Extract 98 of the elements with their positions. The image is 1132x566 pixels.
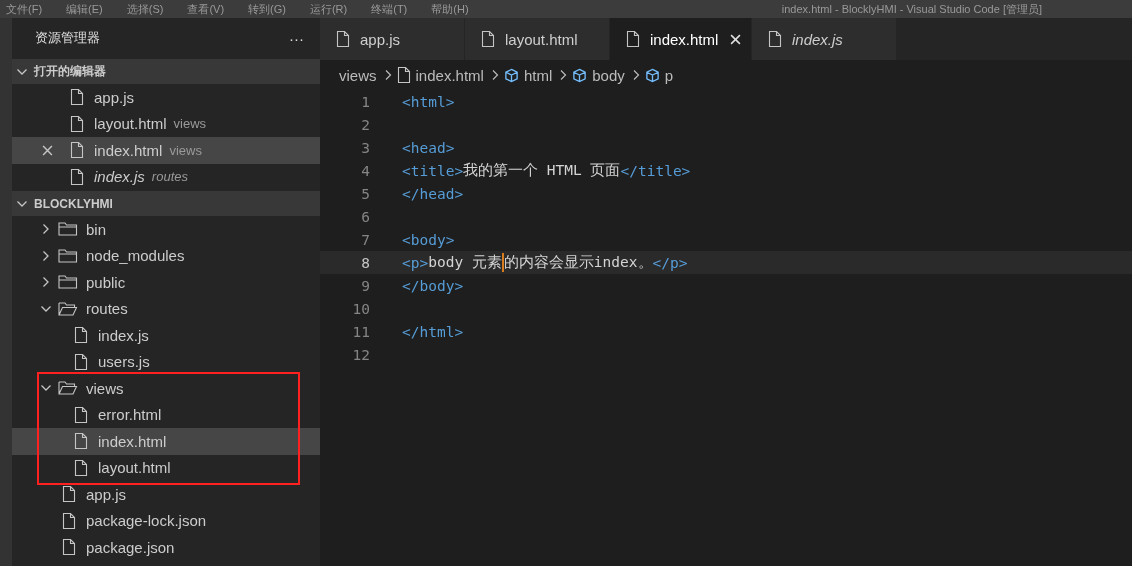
breadcrumb-item[interactable]: body: [592, 66, 625, 84]
file-icon: [626, 31, 640, 47]
folder-hint: routes: [151, 169, 188, 185]
breadcrumb-item[interactable]: index.html: [415, 66, 484, 84]
file-item[interactable]: package-lock.json: [12, 507, 320, 534]
editor-tab[interactable]: app.js: [320, 18, 465, 60]
editor-tab[interactable]: index.js: [752, 18, 897, 60]
code-tag: <body>: [402, 231, 455, 248]
window-title: index.html - BlocklyHMI - Visual Studio Code [管理员]: [781, 1, 1042, 17]
editor-tab[interactable]: index.html: [610, 18, 752, 60]
file-item[interactable]: app.js: [12, 481, 320, 508]
menu-item[interactable]: 文件(F): [6, 1, 43, 17]
file-icon: [481, 31, 495, 47]
file-item[interactable]: layout.html: [12, 454, 320, 481]
code-tag: </p>: [652, 254, 688, 271]
file-item[interactable]: error.html: [12, 401, 320, 428]
file-item[interactable]: package.json: [12, 534, 320, 561]
file-icon: [74, 327, 88, 344]
code-tag: <p>: [402, 254, 429, 271]
line-number: 12: [351, 346, 370, 363]
folder-item[interactable]: routes: [12, 295, 320, 322]
file-item[interactable]: index.js: [12, 322, 320, 349]
code-tag: </title>: [620, 162, 691, 179]
menu-item[interactable]: 帮助(H): [431, 1, 469, 17]
file-icon: [70, 142, 84, 159]
chevron-right-icon: [559, 69, 568, 81]
folder-hint: views: [173, 116, 207, 132]
open-editor-item[interactable]: index.html views: [12, 137, 320, 164]
file-icon: [74, 406, 88, 423]
folder-icon: [58, 248, 78, 263]
folder-icon: [58, 275, 78, 290]
folder-hint: views: [169, 142, 202, 158]
file-icon: [70, 115, 84, 132]
code-text: 我的第一个 HTML 页面: [463, 161, 621, 180]
cube-icon: [644, 67, 660, 83]
file-icon: [74, 459, 88, 476]
file-icon: [62, 486, 76, 503]
file-icon: [74, 433, 88, 450]
file-item[interactable]: index.html: [12, 428, 320, 455]
open-editor-item[interactable]: index.js routes: [12, 163, 320, 190]
code-text: 的内容会显示index。: [503, 253, 653, 272]
menu-item[interactable]: 选择(S): [126, 1, 164, 17]
open-folder-icon: [58, 381, 78, 396]
menu-item[interactable]: 运行(R): [309, 1, 348, 17]
line-number: 7: [360, 231, 370, 248]
line-number: 11: [351, 323, 370, 340]
file-icon: [396, 67, 411, 83]
open-folder-icon: [58, 301, 78, 316]
close-icon[interactable]: [730, 33, 742, 45]
folder-item[interactable]: views: [12, 375, 320, 402]
file-icon: [70, 89, 84, 106]
file-icon: [62, 539, 76, 556]
menu-item[interactable]: 查看(V): [187, 1, 225, 17]
code-tag: <head>: [402, 139, 455, 156]
code-tag: <html>: [402, 93, 455, 110]
line-number: 4: [360, 162, 370, 179]
open-editor-item[interactable]: layout.html views: [12, 110, 320, 137]
section-header[interactable]: 打开的编辑器: [12, 58, 320, 84]
code-text: body 元素: [428, 253, 502, 270]
line-number: 8: [360, 254, 370, 271]
cube-icon: [503, 67, 519, 83]
menu-item[interactable]: 转到(G): [248, 1, 286, 17]
code-tag: <title>: [402, 162, 464, 179]
line-number: 1: [360, 93, 370, 110]
menu-item[interactable]: 终端(T): [371, 1, 408, 17]
line-number: 5: [360, 185, 370, 202]
line-number: 10: [351, 300, 370, 317]
file-icon: [70, 168, 84, 185]
breadcrumb-item[interactable]: p: [664, 66, 674, 84]
file-icon: [62, 512, 76, 529]
cube-icon: [572, 67, 588, 83]
editor-tab[interactable]: layout.html: [465, 18, 610, 60]
code-tag: </html>: [402, 323, 464, 340]
menu-item[interactable]: 编辑(E): [66, 1, 103, 17]
folder-item[interactable]: bin: [12, 216, 320, 243]
line-number: 6: [360, 208, 370, 225]
line-number: 9: [360, 277, 370, 294]
code-tag: </body>: [402, 277, 464, 294]
close-icon[interactable]: [42, 144, 53, 156]
code-tag: </head>: [402, 185, 464, 202]
line-number: 3: [360, 139, 370, 156]
sidebar-title: 资源管理器: [35, 29, 100, 47]
section-header[interactable]: BLOCKLYHMI: [12, 190, 320, 216]
chevron-right-icon: [631, 69, 640, 81]
file-item[interactable]: users.js: [12, 348, 320, 375]
file-icon: [74, 353, 88, 370]
chevron-right-icon: [383, 69, 392, 81]
line-number: 2: [360, 116, 370, 133]
open-editor-item[interactable]: app.js: [12, 84, 320, 111]
more-actions-button[interactable]: ···: [287, 29, 306, 47]
chevron-right-icon: [490, 69, 499, 81]
file-icon: [768, 31, 782, 47]
folder-item[interactable]: public: [12, 269, 320, 296]
breadcrumb-item[interactable]: views: [339, 66, 377, 84]
folder-icon: [58, 222, 78, 237]
file-icon: [336, 31, 350, 47]
breadcrumb-item[interactable]: html: [523, 66, 553, 84]
folder-item[interactable]: node_modules: [12, 242, 320, 269]
